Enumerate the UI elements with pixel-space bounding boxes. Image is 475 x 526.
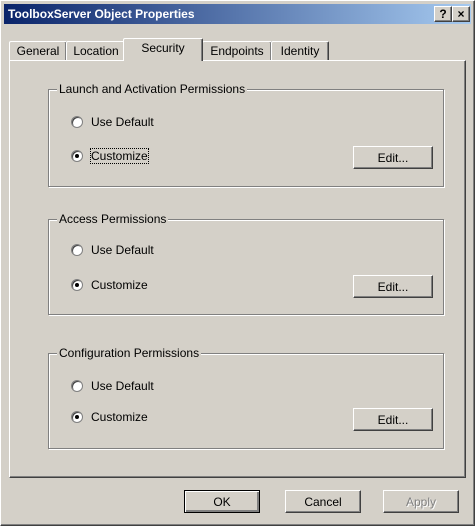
configuration-use-default-radio[interactable]: Use Default <box>71 378 154 394</box>
button-label: OK <box>213 495 231 509</box>
access-edit-button[interactable]: Edit... <box>353 275 433 298</box>
properties-dialog: ToolboxServer Object Properties ? × Gene… <box>0 0 475 526</box>
group-title: Launch and Activation Permissions <box>57 82 248 96</box>
tab-label: Endpoints <box>210 44 264 58</box>
tab-security[interactable]: Security <box>123 38 203 61</box>
button-label: Edit... <box>377 413 409 427</box>
configuration-permissions-group: Configuration Permissions Use Default Cu… <box>48 346 444 449</box>
ok-button[interactable]: OK <box>184 490 260 513</box>
radio-circle[interactable] <box>71 279 83 291</box>
launch-edit-button[interactable]: Edit... <box>353 146 433 169</box>
radio-label: Use Default <box>91 115 154 129</box>
radio-circle[interactable] <box>71 116 83 128</box>
group-title: Configuration Permissions <box>57 346 202 360</box>
radio-circle[interactable] <box>71 411 83 423</box>
close-button[interactable]: × <box>452 6 470 22</box>
launch-permissions-group: Launch and Activation Permissions Use De… <box>48 82 444 187</box>
radio-label: Use Default <box>91 379 154 393</box>
tab-label: Identity <box>280 44 320 58</box>
radio-circle[interactable] <box>71 244 83 256</box>
button-label: Edit... <box>377 280 409 294</box>
tab-identity[interactable]: Identity <box>271 41 329 61</box>
button-label: Apply <box>405 495 437 509</box>
button-label: Cancel <box>304 495 342 509</box>
radio-label: Customize <box>90 148 149 164</box>
access-permissions-group: Access Permissions Use Default Customize… <box>48 212 444 315</box>
radio-label: Customize <box>91 410 148 424</box>
help-button[interactable]: ? <box>434 6 452 22</box>
title-bar[interactable]: ToolboxServer Object Properties ? × <box>4 4 471 24</box>
security-tab-panel: Launch and Activation Permissions Use De… <box>9 60 466 478</box>
tab-label: Location <box>73 44 119 58</box>
group-title: Access Permissions <box>57 212 169 226</box>
tab-endpoints[interactable]: Endpoints <box>202 41 272 61</box>
access-use-default-radio[interactable]: Use Default <box>71 242 154 258</box>
launch-use-default-radio[interactable]: Use Default <box>71 114 154 130</box>
access-customize-radio[interactable]: Customize <box>71 277 148 293</box>
cancel-button[interactable]: Cancel <box>285 490 361 513</box>
window-title: ToolboxServer Object Properties <box>8 7 195 21</box>
tab-general[interactable]: General <box>9 41 67 61</box>
radio-circle[interactable] <box>71 150 83 162</box>
configuration-edit-button[interactable]: Edit... <box>353 408 433 431</box>
radio-label: Use Default <box>91 243 154 257</box>
radio-label: Customize <box>91 278 148 292</box>
tab-label: General <box>16 44 60 58</box>
radio-circle[interactable] <box>71 380 83 392</box>
button-label: Edit... <box>377 151 409 165</box>
tab-label: Security <box>141 41 185 55</box>
configuration-customize-radio[interactable]: Customize <box>71 409 148 425</box>
launch-customize-radio[interactable]: Customize <box>71 148 149 164</box>
tab-location[interactable]: Location <box>66 41 126 61</box>
apply-button[interactable]: Apply <box>383 490 459 513</box>
